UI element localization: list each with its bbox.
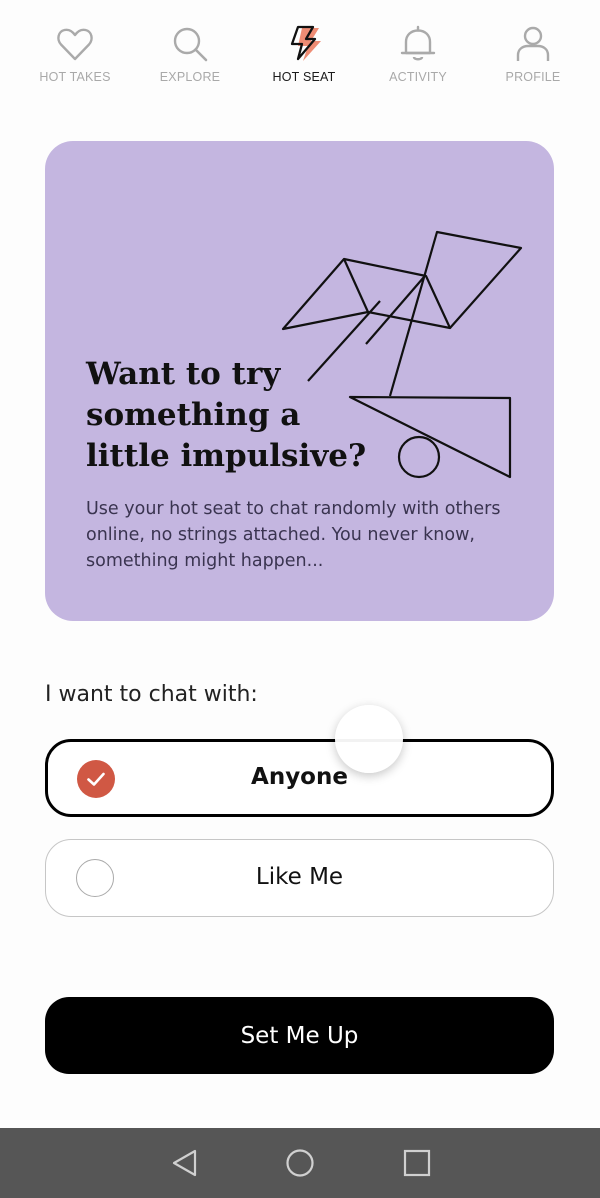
touch-indicator xyxy=(335,705,403,773)
option-anyone[interactable]: Anyone xyxy=(45,739,554,817)
lightning-bolt-icon xyxy=(290,25,321,61)
nav-explore[interactable]: EXPLORE xyxy=(133,24,247,84)
nav-label-activity: ACTIVITY xyxy=(389,70,447,84)
option-like-me[interactable]: Like Me xyxy=(45,839,554,917)
option-anyone-label: Anyone xyxy=(251,764,348,790)
chat-with-label: I want to chat with: xyxy=(45,682,258,707)
set-me-up-button[interactable]: Set Me Up xyxy=(45,997,554,1074)
hot-seat-promo-card: Want to try something a little impulsive… xyxy=(45,141,554,621)
promo-description: Use your hot seat to chat randomly with … xyxy=(86,499,501,571)
promo-title: Want to try something a little impulsive… xyxy=(86,356,367,474)
system-navigation-bar xyxy=(0,1128,600,1198)
nav-label-profile: PROFILE xyxy=(505,70,561,84)
recents-square-icon[interactable] xyxy=(400,1146,434,1180)
nav-label-hot-seat: HOT SEAT xyxy=(272,70,336,84)
nav-hot-seat[interactable]: HOT SEAT xyxy=(247,24,361,84)
option-like-me-label: Like Me xyxy=(255,864,344,890)
person-icon xyxy=(516,26,550,61)
back-triangle-icon[interactable] xyxy=(168,1146,202,1180)
heart-icon xyxy=(57,28,93,61)
nav-profile[interactable]: PROFILE xyxy=(476,24,590,84)
nav-label-hot-takes: HOT TAKES xyxy=(39,70,111,84)
nav-hot-takes[interactable]: HOT TAKES xyxy=(18,24,132,84)
top-navigation: HOT TAKES EXPLORE HOT SEAT ACTIVITY PROF… xyxy=(0,0,600,100)
search-icon xyxy=(173,27,208,62)
bell-icon xyxy=(400,25,436,61)
nav-label-explore: EXPLORE xyxy=(159,70,221,84)
set-me-up-label: Set Me Up xyxy=(240,1022,359,1049)
home-circle-icon[interactable] xyxy=(283,1146,317,1180)
nav-activity[interactable]: ACTIVITY xyxy=(361,24,475,84)
